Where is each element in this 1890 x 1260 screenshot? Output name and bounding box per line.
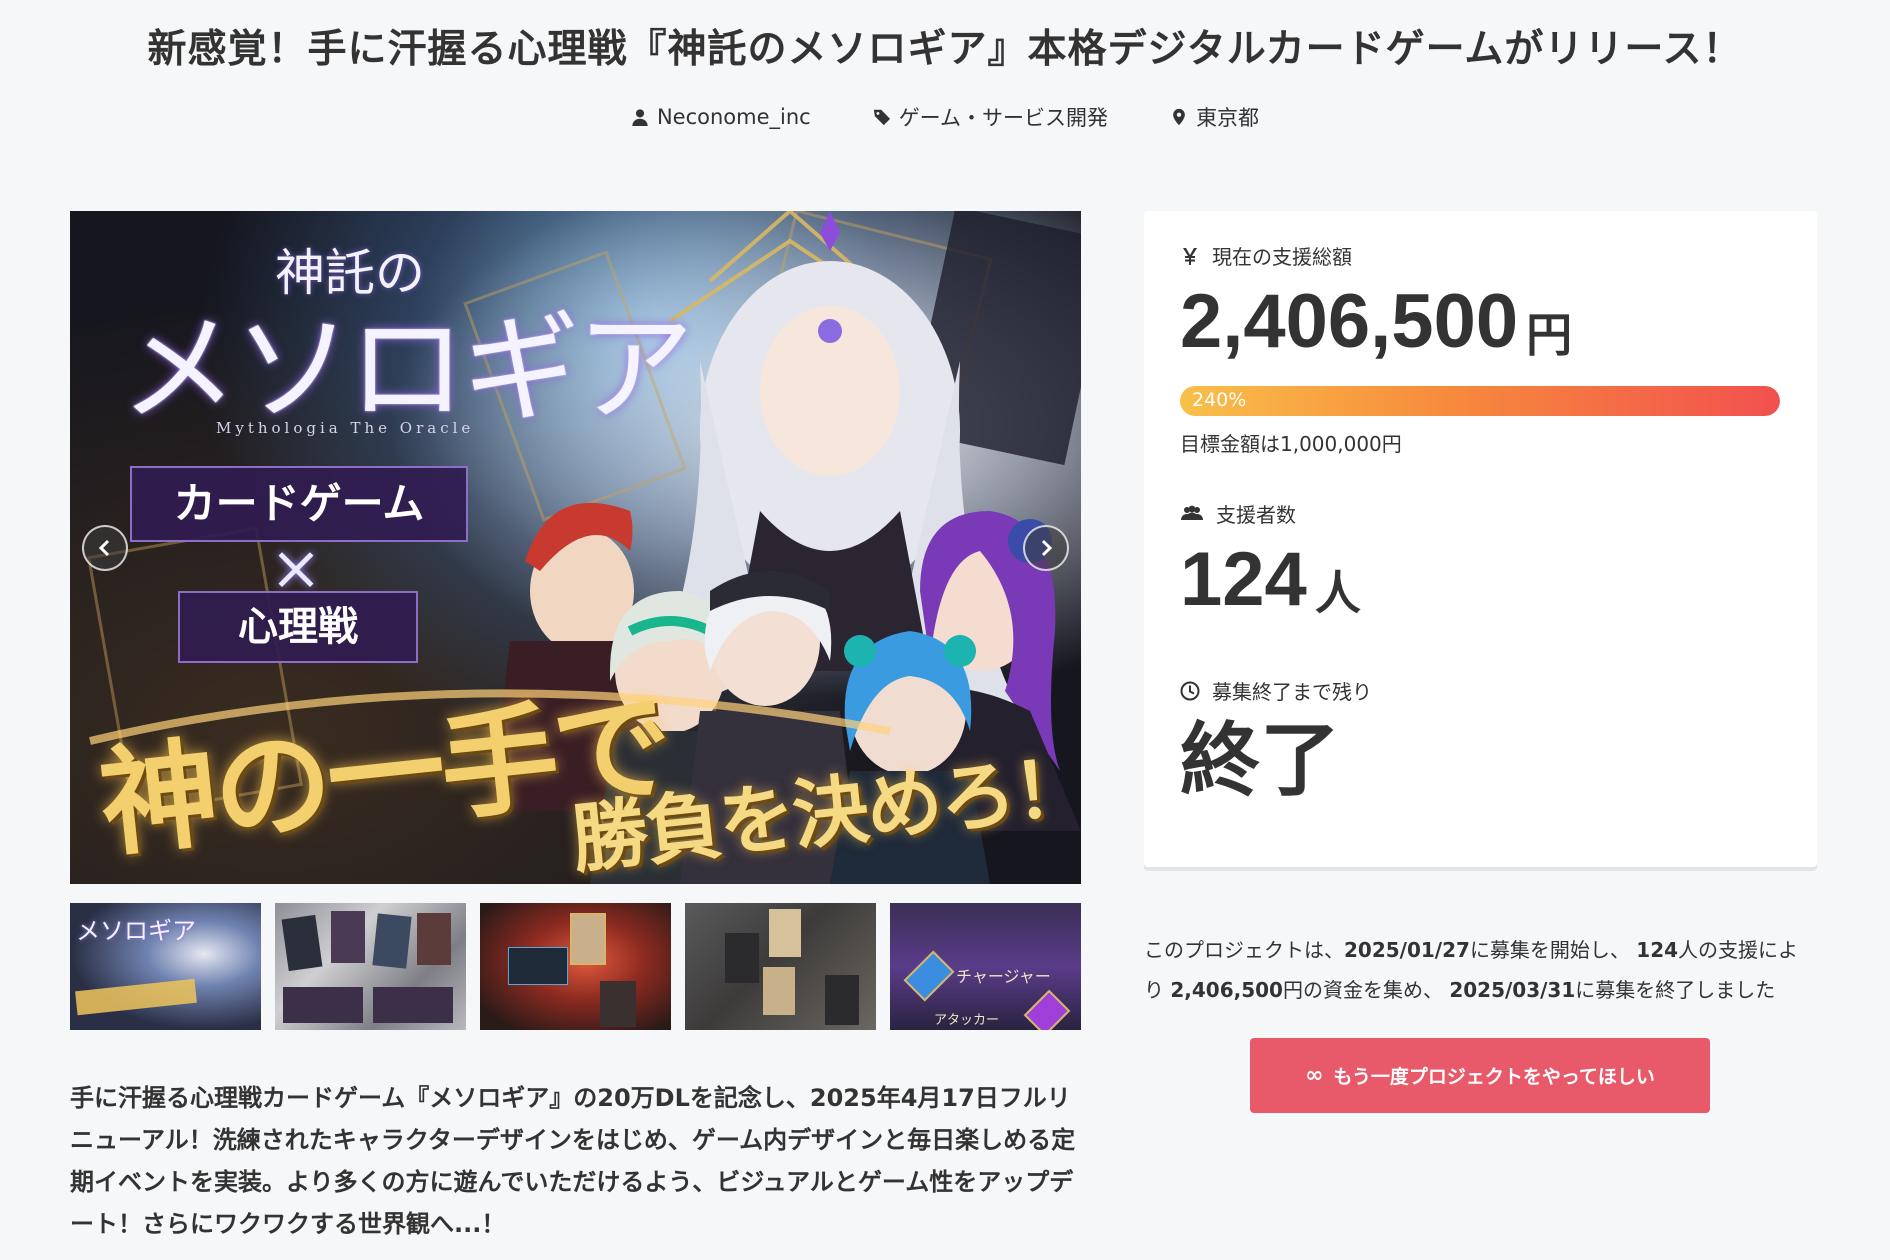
supporters-block: 支援者数 124 人 (1180, 499, 1781, 618)
amount-unit: 円 (1526, 308, 1573, 362)
category-name: ゲーム・サービス開発 (898, 106, 1109, 130)
card-shape (725, 933, 759, 983)
amount-label: 現在の支援総額 (1212, 245, 1352, 269)
summary-text: 円の資金を集め、 (1282, 978, 1443, 1002)
progress-fill (1180, 386, 1780, 416)
chevron-right-icon (1041, 539, 1053, 557)
thumbnail-label: チャージャー (956, 967, 1051, 986)
owner-link[interactable]: Neconome_inc (631, 102, 811, 132)
supporters-value: 124 (1180, 537, 1307, 622)
thumbnail-strip: メソロギア チャージャー アタッカー (70, 903, 1081, 1030)
summary-start-date: 2025/01/27 (1344, 938, 1470, 962)
card-shape (763, 967, 795, 1015)
thumbnail-label: メソロギア (76, 917, 196, 945)
card-shape (281, 914, 323, 972)
summary-text: に募集を開始し、 (1469, 938, 1630, 962)
card-shape (825, 975, 859, 1025)
card-shape (283, 987, 363, 1023)
owner-name: Neconome_inc (656, 105, 811, 129)
amount-value: 2,406,500 (1180, 279, 1519, 364)
thumbnail-3[interactable] (480, 903, 671, 1030)
hero-image[interactable]: 神託の メソロギア Mythologia The Oracle カードゲーム ×… (70, 211, 1081, 884)
card-shape (769, 909, 801, 957)
summary-text: このプロジェクトは、 (1144, 938, 1344, 962)
total-amount: 2,406,500 円 (1180, 284, 1781, 360)
progress-bar: 240% (1180, 386, 1780, 416)
location-name: 東京都 (1196, 106, 1260, 130)
thumbnail-label-2: アタッカー (934, 1013, 1000, 1028)
summary-amount: 2,406,500 (1170, 978, 1283, 1002)
gem-shape (903, 950, 955, 1002)
stats-panel: 現在の支援総額 2,406,500 円 240% 目標金額は1,000,000円… (1144, 211, 1817, 867)
remaining-label-row: 募集終了まで残り (1180, 676, 1781, 705)
supporter-count: 124 人 (1180, 542, 1781, 618)
map-pin-icon (1173, 108, 1185, 126)
progress-percent: 240% (1192, 389, 1247, 411)
card-shape (600, 981, 636, 1027)
card-shape (570, 913, 606, 965)
remaining-value: 終了 (1180, 714, 1340, 807)
summary-supporter-count: 124 (1636, 938, 1679, 962)
thumbnail-slogan-band (75, 978, 197, 1016)
summary-end-date: 2025/03/31 (1449, 978, 1576, 1002)
infinity-icon: ∞ (1305, 1063, 1324, 1088)
card-shape (331, 911, 365, 963)
remaining-block: 募集終了まで残り 終了 (1180, 676, 1781, 801)
project-title: 新感覚！手に汗握る心理戦『神託のメソロギア』本格デジタルカードゲームがリリース！ (147, 27, 1743, 72)
supporters-label: 支援者数 (1216, 503, 1296, 527)
thumbnail-4[interactable] (685, 903, 876, 1030)
goal-amount: 目標金額は1,000,000円 (1180, 432, 1402, 456)
card-shape (372, 913, 412, 969)
supporters-unit: 人 (1314, 566, 1361, 620)
thumbnail-1[interactable]: メソロギア (70, 903, 261, 1030)
carousel-prev-button[interactable] (82, 525, 128, 571)
supporters-label-row: 支援者数 (1180, 499, 1781, 528)
amount-label-row: 現在の支援総額 (1180, 241, 1781, 270)
request-again-label: もう一度プロジェクトをやってほしい (1333, 1066, 1655, 1088)
card-shape (417, 913, 451, 965)
location-link[interactable]: 東京都 (1170, 102, 1259, 132)
card-shape (373, 987, 453, 1023)
request-again-button[interactable]: ∞ もう一度プロジェクトをやってほしい (1250, 1038, 1710, 1113)
project-summary: このプロジェクトは、2025/01/27に募集を開始し、 124人の支援により … (1144, 930, 1817, 1010)
user-icon (632, 109, 648, 126)
category-link[interactable]: ゲーム・サービス開発 (873, 102, 1108, 132)
carousel-next-button[interactable] (1023, 525, 1069, 571)
users-icon (1181, 505, 1203, 520)
thumbnail-5[interactable]: チャージャー アタッカー (890, 903, 1081, 1030)
project-meta: Neconome_inc ゲーム・サービス開発 東京都 (0, 102, 1890, 132)
gem-shape (1023, 989, 1071, 1030)
chevron-left-icon (98, 539, 110, 557)
summary-text: に募集を終了しました (1575, 978, 1776, 1002)
yen-icon (1183, 247, 1197, 265)
project-description: 手に汗握る心理戦カードゲーム『メソロギア』の20万DLを記念し、2025年4月1… (70, 1084, 1076, 1238)
hero-banner-mind-game: 心理戦 (178, 591, 418, 663)
thumbnail-2[interactable] (275, 903, 466, 1030)
clock-icon (1180, 681, 1200, 700)
hero-logo-subtitle: Mythologia The Oracle (216, 419, 475, 437)
remaining-label: 募集終了まで残り (1212, 680, 1372, 704)
tag-icon (873, 109, 890, 126)
dialog-shape (508, 947, 568, 985)
